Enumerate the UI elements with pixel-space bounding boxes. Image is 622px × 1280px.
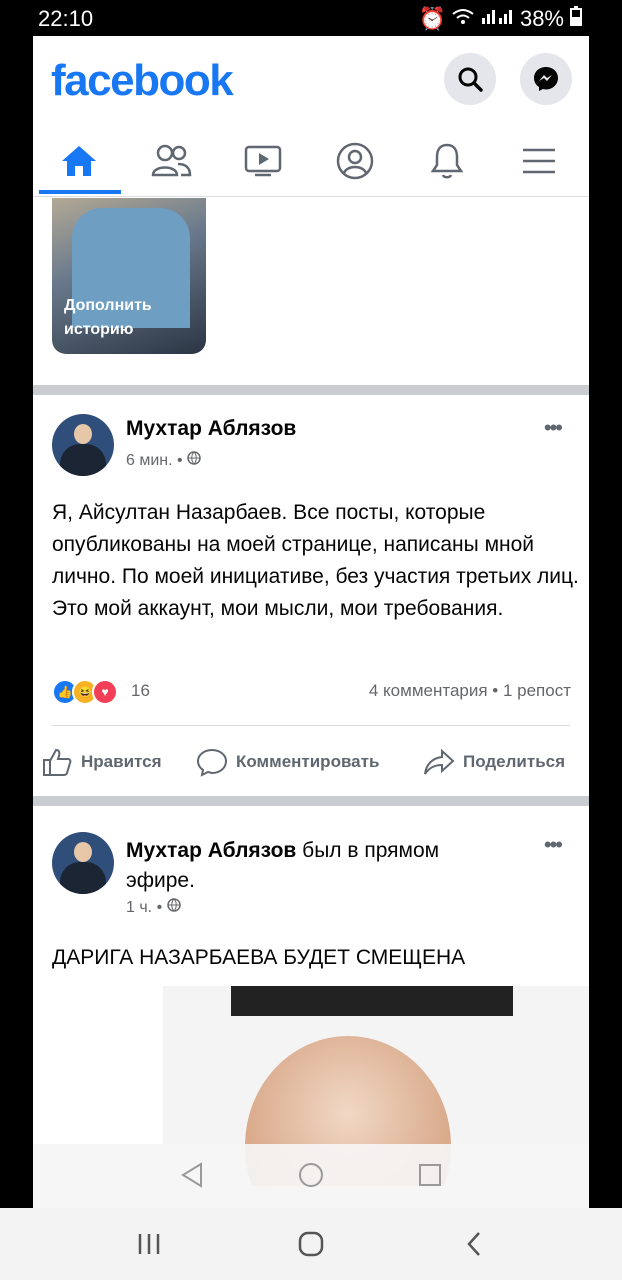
profile-icon xyxy=(336,142,374,180)
comment-label: Комментировать xyxy=(236,752,380,771)
facebook-logo[interactable]: facebook xyxy=(51,56,234,106)
tab-notifications[interactable] xyxy=(401,128,493,194)
search-icon xyxy=(458,67,483,92)
post-status-line2: эфире. xyxy=(126,869,195,892)
alarm-icon: ⏰ xyxy=(418,6,446,31)
comment-icon xyxy=(196,748,228,777)
globe-icon xyxy=(166,898,181,916)
like-button[interactable]: Нравится xyxy=(41,747,162,777)
photo-caption-bar xyxy=(231,986,513,1016)
more-options-icon[interactable]: ••• xyxy=(544,832,563,858)
feed-separator xyxy=(33,385,589,395)
home-icon xyxy=(62,146,96,176)
messenger-icon xyxy=(534,67,558,91)
tab-friends[interactable] xyxy=(125,128,217,194)
like-label: Нравится xyxy=(81,752,162,771)
globe-icon xyxy=(187,451,201,469)
home-button-icon[interactable] xyxy=(296,1228,326,1260)
more-options-icon[interactable]: ••• xyxy=(544,415,563,441)
signal-icon xyxy=(480,6,514,32)
post-status: был в прямом xyxy=(296,839,440,862)
friends-icon xyxy=(151,144,192,177)
post-author[interactable]: Мухтар Аблязов xyxy=(126,839,296,862)
system-nav-bar xyxy=(0,1208,622,1280)
share-icon xyxy=(424,748,455,775)
avatar[interactable] xyxy=(52,832,114,894)
bell-icon xyxy=(430,143,464,179)
post-author-line: Мухтар Аблязов был в прямом эфире. xyxy=(126,836,506,896)
reaction-count[interactable]: 16 xyxy=(131,681,150,701)
love-reaction-icon: ♥ xyxy=(92,679,118,705)
home-circle-icon[interactable] xyxy=(297,1160,325,1190)
post-time[interactable]: 1 ч. • xyxy=(126,899,162,916)
watch-icon xyxy=(244,145,282,177)
status-time: 22:10 xyxy=(38,6,94,31)
messenger-button[interactable] xyxy=(520,53,572,105)
post-divider xyxy=(52,725,570,726)
wifi-icon xyxy=(452,6,474,32)
recents-square-icon[interactable] xyxy=(417,1160,443,1190)
back-icon[interactable] xyxy=(462,1228,486,1260)
back-triangle-icon[interactable] xyxy=(179,1160,205,1190)
active-tab-indicator xyxy=(39,190,121,194)
main-nav xyxy=(33,128,589,197)
post-meta: 6 мин. • xyxy=(126,451,201,470)
post-card: Мухтар Аблязов 6 мин. • ••• Я, Айсултан … xyxy=(33,395,589,795)
feed-separator xyxy=(33,796,589,806)
reaction-icons[interactable]: 👍 😆 ♥ xyxy=(52,679,118,705)
status-icons: ⏰ 38% xyxy=(419,6,582,32)
post-author[interactable]: Мухтар Аблязов xyxy=(126,417,296,441)
status-bar: 22:10 ⏰ 38% xyxy=(0,0,622,36)
recent-apps-icon[interactable] xyxy=(136,1228,162,1260)
battery-icon xyxy=(570,6,582,32)
tab-watch[interactable] xyxy=(217,128,309,194)
comment-button[interactable]: Комментировать xyxy=(196,747,379,777)
emulated-nav-bar xyxy=(33,1144,589,1208)
thumbs-up-icon xyxy=(43,748,72,776)
app-header: facebook xyxy=(33,36,589,122)
tab-home[interactable] xyxy=(33,128,125,194)
post-time[interactable]: 6 мин. • xyxy=(126,452,183,469)
post-meta: 1 ч. • xyxy=(126,898,181,917)
share-button[interactable]: Поделиться xyxy=(423,747,565,777)
post-stats[interactable]: 4 комментария • 1 репост xyxy=(369,681,571,701)
battery-level: 38% xyxy=(519,6,564,31)
menu-icon xyxy=(523,148,555,174)
tab-menu[interactable] xyxy=(493,128,585,194)
share-label: Поделиться xyxy=(463,752,566,771)
story-label: Дополнить историю xyxy=(64,297,152,338)
post-text: ДАРИГА НАЗАРБАЕВА БУДЕТ СМЕЩЕНА xyxy=(52,946,466,969)
app-screen: facebook Дополнить историю Мухтар Аблязо… xyxy=(33,36,589,1208)
tab-profile[interactable] xyxy=(309,128,401,194)
avatar[interactable] xyxy=(52,414,114,476)
post-text: Я, Айсултан Назарбаев. Все посты, которы… xyxy=(52,501,579,620)
story-card[interactable]: Дополнить историю xyxy=(52,198,206,354)
search-button[interactable] xyxy=(444,53,496,105)
